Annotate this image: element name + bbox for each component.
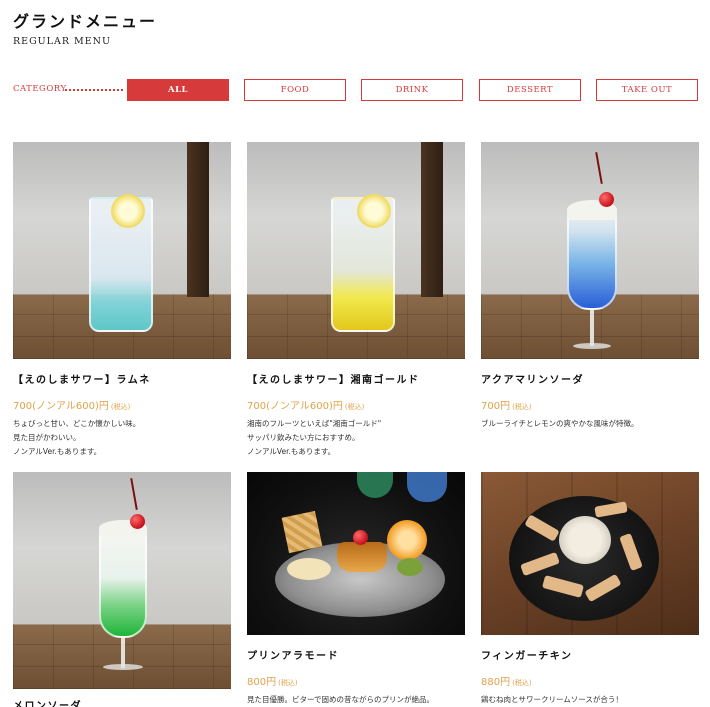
category-label: CATEGORY bbox=[13, 84, 67, 94]
item-name[interactable]: アクアマリンソーダ bbox=[481, 371, 699, 386]
category-button-all[interactable]: ALL bbox=[127, 79, 229, 101]
shonan-gold-photo[interactable] bbox=[247, 142, 465, 359]
price-value: 880円 bbox=[481, 677, 511, 688]
category-filter-bar: CATEGORY ALL FOOD DRINK DESSERT TAKE OUT bbox=[13, 79, 703, 101]
tax-label: (税込) bbox=[512, 403, 532, 411]
item-description: ブルーライチとレモンの爽やかな風味が特徴。 bbox=[481, 417, 699, 431]
item-description: ちょびっと甘い、どこか懐かしい味。 見た目がかわいい。 ノンアルVer.もありま… bbox=[13, 417, 231, 459]
page-subtitle: REGULAR MENU bbox=[13, 36, 112, 47]
pudding-photo[interactable] bbox=[247, 472, 465, 635]
page-title: グランドメニュー bbox=[13, 12, 158, 31]
menu-card-melon-soda[interactable]: メロンソーダ bbox=[13, 472, 231, 707]
price-value: 700円 bbox=[481, 401, 511, 412]
item-price: 700円 (税込) bbox=[481, 397, 699, 412]
tax-label: (税込) bbox=[344, 403, 365, 411]
description-line: サッパリ飲みたい方におすすめ。 bbox=[247, 433, 360, 442]
description-line: 鶏むね肉とサワークリームソースが合う！ bbox=[481, 695, 623, 704]
price-value: 700(ノンアル600)円 bbox=[13, 401, 109, 412]
description-line: 見た目優勝。ビターで固めの昔ながらのプリンが絶品。 bbox=[247, 695, 435, 704]
item-description: 鶏むね肉とサワークリームソースが合う！ bbox=[481, 693, 699, 707]
menu-card-ramune[interactable]: 【えのしまサワー】ラムネ 700(ノンアル600)円 (税込) ちょびっと甘い、ど… bbox=[13, 142, 231, 459]
item-name[interactable]: メロンソーダ bbox=[13, 697, 231, 707]
item-price: 800円 (税込) bbox=[247, 673, 465, 688]
description-line: ノンアルVer.もあります。 bbox=[247, 447, 336, 456]
category-button-takeout[interactable]: TAKE OUT bbox=[596, 79, 698, 101]
category-dotted-divider bbox=[65, 89, 123, 91]
item-price: 700(ノンアル600)円 (税込) bbox=[247, 397, 465, 412]
item-name[interactable]: プリンアラモード bbox=[247, 647, 465, 662]
menu-card-finger-chicken[interactable]: フィンガーチキン 880円 (税込) 鶏むね肉とサワークリームソースが合う！ bbox=[481, 472, 699, 707]
item-description: 見た目優勝。ビターで固めの昔ながらのプリンが絶品。 bbox=[247, 693, 465, 707]
aquamarine-soda-photo[interactable] bbox=[481, 142, 699, 359]
menu-card-pudding-a-la-mode[interactable]: プリンアラモード 800円 (税込) 見た目優勝。ビターで固めの昔ながらのプリンが… bbox=[247, 472, 465, 707]
menu-card-shonan-gold[interactable]: 【えのしまサワー】湘南ゴールド 700(ノンアル600)円 (税込) 湘南のフルー… bbox=[247, 142, 465, 459]
description-line: ちょびっと甘い、どこか懐かしい味。 bbox=[13, 419, 141, 428]
price-value: 800円 bbox=[247, 677, 277, 688]
tax-label: (税込) bbox=[512, 679, 532, 687]
category-button-food[interactable]: FOOD bbox=[244, 79, 346, 101]
item-name[interactable]: 【えのしまサワー】湘南ゴールド bbox=[247, 371, 465, 386]
tax-label: (税込) bbox=[278, 679, 298, 687]
category-button-dessert[interactable]: DESSERT bbox=[479, 79, 581, 101]
melon-soda-photo[interactable] bbox=[13, 472, 231, 689]
item-price: 880円 (税込) bbox=[481, 673, 699, 688]
item-price: 700(ノンアル600)円 (税込) bbox=[13, 397, 231, 412]
item-name[interactable]: 【えのしまサワー】ラムネ bbox=[13, 371, 231, 386]
description-line: ブルーライチとレモンの爽やかな風味が特徴。 bbox=[481, 419, 639, 428]
description-line: ノンアルVer.もあります。 bbox=[13, 447, 102, 456]
ramune-photo[interactable] bbox=[13, 142, 231, 359]
item-description: 湘南のフルーツといえば"湘南ゴールド" サッパリ飲みたい方におすすめ。 ノンアル… bbox=[247, 417, 465, 459]
tax-label: (税込) bbox=[110, 403, 131, 411]
menu-card-aquamarine-soda[interactable]: アクアマリンソーダ 700円 (税込) ブルーライチとレモンの爽やかな風味が特徴。 bbox=[481, 142, 699, 431]
price-value: 700(ノンアル600)円 bbox=[247, 401, 343, 412]
category-button-drink[interactable]: DRINK bbox=[361, 79, 463, 101]
description-line: 湘南のフルーツといえば"湘南ゴールド" bbox=[247, 419, 382, 428]
description-line: 見た目がかわいい。 bbox=[13, 433, 81, 442]
finger-chicken-photo[interactable] bbox=[481, 472, 699, 635]
item-name[interactable]: フィンガーチキン bbox=[481, 647, 699, 662]
